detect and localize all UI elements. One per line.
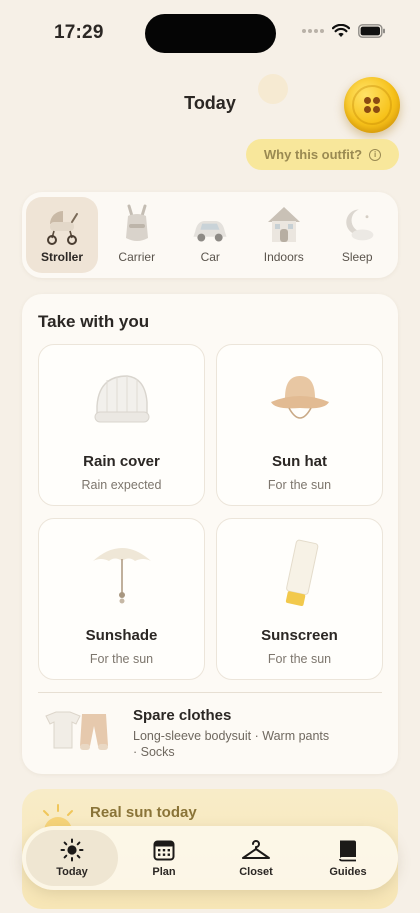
mode-sleep[interactable]: Sleep — [321, 197, 395, 273]
spare-clothes-desc: Long-sleeve bodysuit · Warm pants · Sock… — [133, 729, 330, 759]
calendar-icon — [153, 840, 175, 861]
mode-label: Car — [200, 250, 220, 264]
mode-car[interactable]: Car — [174, 197, 248, 273]
mode-carrier[interactable]: Carrier — [100, 197, 174, 273]
item-tile-sunscreen[interactable]: Sunscreen For the sun — [216, 518, 383, 680]
wifi-icon — [332, 24, 350, 37]
real-sun-title: Real sun today — [90, 804, 197, 821]
take-with-you-card: Take with you Rain cover Rain expected S… — [22, 294, 398, 774]
item-note: For the sun — [267, 478, 332, 492]
mode-label: Stroller — [40, 250, 83, 264]
mode-label: Sleep — [341, 250, 373, 264]
sunshade-icon — [39, 537, 204, 609]
item-note: Rain expected — [81, 478, 162, 492]
status-time: 17:29 — [54, 22, 104, 43]
tab-closet[interactable]: Closet — [210, 830, 302, 886]
spare-clothes-icon — [42, 706, 114, 754]
stroller-icon — [42, 202, 82, 246]
sunscreen-icon — [217, 537, 382, 609]
house-icon — [264, 202, 304, 246]
tab-plan[interactable]: Plan — [118, 830, 210, 886]
item-name: Sunshade — [85, 627, 158, 644]
why-this-outfit-label: Why this outfit? — [263, 147, 363, 162]
tab-label: Closet — [239, 866, 273, 878]
moon-icon — [337, 202, 377, 246]
status-bar: 17:29 — [0, 0, 420, 62]
item-tile-sun-hat[interactable]: Sun hat For the sun — [216, 344, 383, 506]
mode-label: Indoors — [263, 250, 304, 264]
mode-selector: Stroller Carrier Car Indoors Sleep — [22, 192, 398, 278]
item-name: Sun hat — [272, 453, 327, 470]
battery-icon — [358, 24, 385, 38]
carrier-icon — [117, 202, 157, 246]
tab-label: Guides — [329, 866, 367, 878]
item-name: Rain cover — [83, 453, 160, 470]
take-with-you-title: Take with you — [38, 312, 150, 331]
item-note: For the sun — [267, 652, 332, 666]
tab-bar: Today Plan Closet Guides — [22, 826, 398, 890]
why-this-outfit-button[interactable]: Why this outfit? i — [246, 139, 399, 170]
hanger-icon — [242, 840, 270, 859]
status-icons — [302, 24, 386, 38]
mode-label: Carrier — [118, 250, 156, 264]
tab-label: Today — [56, 866, 88, 878]
tab-today[interactable]: Today — [26, 830, 118, 886]
dynamic-island — [145, 14, 276, 53]
book-icon — [339, 840, 356, 862]
item-tile-rain-cover[interactable]: Rain cover Rain expected — [38, 344, 205, 506]
sun-icon — [60, 838, 84, 862]
item-tile-sunshade[interactable]: Sunshade For the sun — [38, 518, 205, 680]
tab-guides[interactable]: Guides — [302, 830, 394, 886]
button-logo[interactable] — [344, 77, 400, 133]
cellular-signal-icon — [302, 29, 324, 33]
divider — [38, 692, 382, 693]
tab-label: Plan — [152, 866, 176, 878]
mode-indoors[interactable]: Indoors — [247, 197, 321, 273]
spare-clothes-title: Spare clothes — [133, 707, 232, 724]
item-note: For the sun — [89, 652, 154, 666]
car-icon — [190, 202, 230, 246]
mode-stroller[interactable]: Stroller — [26, 197, 98, 273]
sun-hat-icon — [217, 363, 382, 435]
rain-cover-icon — [39, 363, 204, 435]
info-icon: i — [369, 148, 382, 161]
item-name: Sunscreen — [261, 627, 338, 644]
